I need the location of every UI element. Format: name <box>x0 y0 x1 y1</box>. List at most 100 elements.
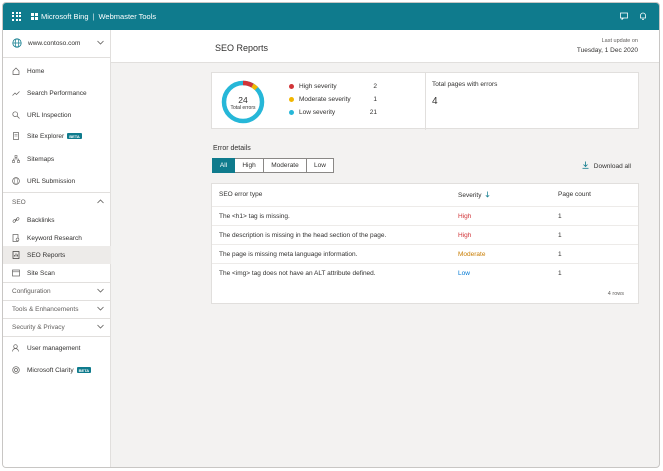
sidebar-item-keyword-research[interactable]: Keyword Research <box>3 229 111 247</box>
error-type-cell: The page is missing meta language inform… <box>219 251 358 258</box>
site-name: www.contoso.com <box>28 40 81 47</box>
sidebar-item-site-explorer[interactable]: Site Explorer BETA <box>3 127 111 145</box>
product-name: Webmaster Tools <box>98 12 157 21</box>
tab-moderate[interactable]: Moderate <box>264 158 307 173</box>
user-icon <box>12 344 20 352</box>
chevron-down-icon <box>97 306 104 313</box>
table-row[interactable]: The <img> tag does not have an ALT attri… <box>212 263 638 282</box>
legend-label: High severity <box>299 83 337 90</box>
last-update-value: Tuesday, 1 Dec 2020 <box>576 47 638 54</box>
pages-with-errors-value: 4 <box>432 96 438 107</box>
pages-with-errors-label: Total pages with errors <box>432 81 498 88</box>
sidebar-item-label: Search Performance <box>27 89 87 97</box>
legend-value: 21 <box>369 109 377 116</box>
globe-icon <box>12 177 20 185</box>
total-errors-value: 24 <box>238 95 248 105</box>
beta-badge: BETA <box>67 133 82 139</box>
section-tools-enhancements[interactable]: Tools & Enhancements <box>3 300 111 318</box>
home-icon <box>12 67 20 75</box>
column-header-label: Severity <box>458 192 482 199</box>
sidebar-item-label: Site Explorer <box>27 132 65 140</box>
error-details-title: Error details <box>213 145 251 152</box>
sidebar-item-label: Home <box>27 67 45 75</box>
sidebar-item-home[interactable]: Home <box>3 62 111 80</box>
page-header: SEO Reports Last update on Tuesday, 1 De… <box>111 30 659 63</box>
globe-icon <box>12 37 22 50</box>
top-bar: Microsoft Bing | Webmaster Tools <box>3 3 659 30</box>
sidebar-item-label: Keyword Research <box>27 234 82 242</box>
section-label: SEO <box>12 198 26 206</box>
legend-value: 1 <box>373 96 377 103</box>
sidebar-item-label: User management <box>27 344 81 352</box>
brand[interactable]: Microsoft Bing | Webmaster Tools <box>31 12 156 21</box>
page-title: SEO Reports <box>215 43 269 53</box>
last-update-label: Last update on <box>601 38 638 44</box>
sidebar-item-label: URL Inspection <box>27 111 72 119</box>
table-row[interactable]: The <h1> tag is missing. High 1 <box>212 206 638 225</box>
section-label: Tools & Enhancements <box>12 305 79 313</box>
column-header-type[interactable]: SEO error type <box>219 191 262 198</box>
trend-icon <box>12 89 20 97</box>
notification-bell-icon[interactable] <box>639 12 647 22</box>
severity-cell: High <box>458 213 472 220</box>
table-row[interactable]: The page is missing meta language inform… <box>212 244 638 263</box>
download-icon <box>582 161 589 171</box>
chevron-up-icon <box>97 199 104 206</box>
sitemap-icon <box>12 155 20 163</box>
site-selector[interactable]: www.contoso.com <box>3 30 110 58</box>
legend-moderate: Moderate severity <box>289 96 351 103</box>
sidebar-item-backlinks[interactable]: Backlinks <box>3 211 111 229</box>
download-all-label: Download all <box>593 162 631 170</box>
sidebar: www.contoso.com Home Search Performance … <box>3 30 111 467</box>
scan-icon <box>12 269 20 277</box>
severity-cell: Moderate <box>458 251 486 258</box>
legend-label: Moderate severity <box>299 96 351 103</box>
severity-filter-tabs: All High Moderate Low <box>212 158 334 173</box>
legend-value: 2 <box>373 83 377 90</box>
row-count-label: 4 rows <box>607 291 624 297</box>
keyword-icon <box>12 234 20 242</box>
page-count-cell: 1 <box>558 213 562 220</box>
tab-high[interactable]: High <box>235 158 264 173</box>
tab-all[interactable]: All <box>212 158 235 173</box>
sidebar-item-url-inspection[interactable]: URL Inspection <box>3 106 111 124</box>
legend-high: High severity <box>289 83 337 90</box>
feedback-icon[interactable] <box>620 12 628 22</box>
brand-name: Microsoft Bing <box>41 12 89 21</box>
sidebar-item-sitemaps[interactable]: Sitemaps <box>3 150 111 168</box>
sidebar-item-site-scan[interactable]: Site Scan <box>3 264 111 282</box>
beta-badge: BETA <box>76 367 92 373</box>
sidebar-item-seo-reports[interactable]: SEO Reports <box>3 246 111 264</box>
table-row[interactable]: The description is missing in the head s… <box>212 225 638 244</box>
severity-cell: High <box>458 232 472 239</box>
sidebar-item-url-submission[interactable]: URL Submission <box>3 172 111 190</box>
section-seo[interactable]: SEO <box>3 193 111 211</box>
document-icon <box>12 132 20 140</box>
sidebar-item-microsoft-clarity[interactable]: Microsoft Clarity BETA <box>3 361 111 379</box>
moderate-dot-icon <box>289 97 294 102</box>
error-type-cell: The <img> tag does not have an ALT attri… <box>219 270 376 277</box>
chevron-down-icon <box>97 324 104 331</box>
error-type-cell: The <h1> tag is missing. <box>219 213 290 220</box>
page-count-cell: 1 <box>558 270 562 277</box>
column-header-severity[interactable]: Severity <box>458 191 490 200</box>
sidebar-item-label: Microsoft Clarity <box>27 366 74 374</box>
section-label: Security & Privacy <box>12 323 65 331</box>
sidebar-item-search-performance[interactable]: Search Performance <box>3 84 111 102</box>
legend-low: Low severity <box>289 109 335 116</box>
column-header-count[interactable]: Page count <box>558 191 591 198</box>
sidebar-item-label: Sitemaps <box>27 155 55 163</box>
sidebar-item-label: SEO Reports <box>27 251 66 259</box>
chevron-down-icon <box>97 40 104 47</box>
section-configuration[interactable]: Configuration <box>3 282 111 300</box>
clarity-icon <box>12 366 20 374</box>
tab-low[interactable]: Low <box>307 158 334 173</box>
app-launcher-icon[interactable] <box>12 11 22 22</box>
section-label: Configuration <box>12 287 51 295</box>
download-all-button[interactable]: Download all <box>582 161 631 171</box>
microsoft-logo-icon <box>31 13 38 20</box>
section-security-privacy[interactable]: Security & Privacy <box>3 318 111 336</box>
sidebar-item-label: Site Scan <box>27 269 55 277</box>
sidebar-item-user-management[interactable]: User management <box>3 339 111 357</box>
search-icon <box>12 111 20 119</box>
